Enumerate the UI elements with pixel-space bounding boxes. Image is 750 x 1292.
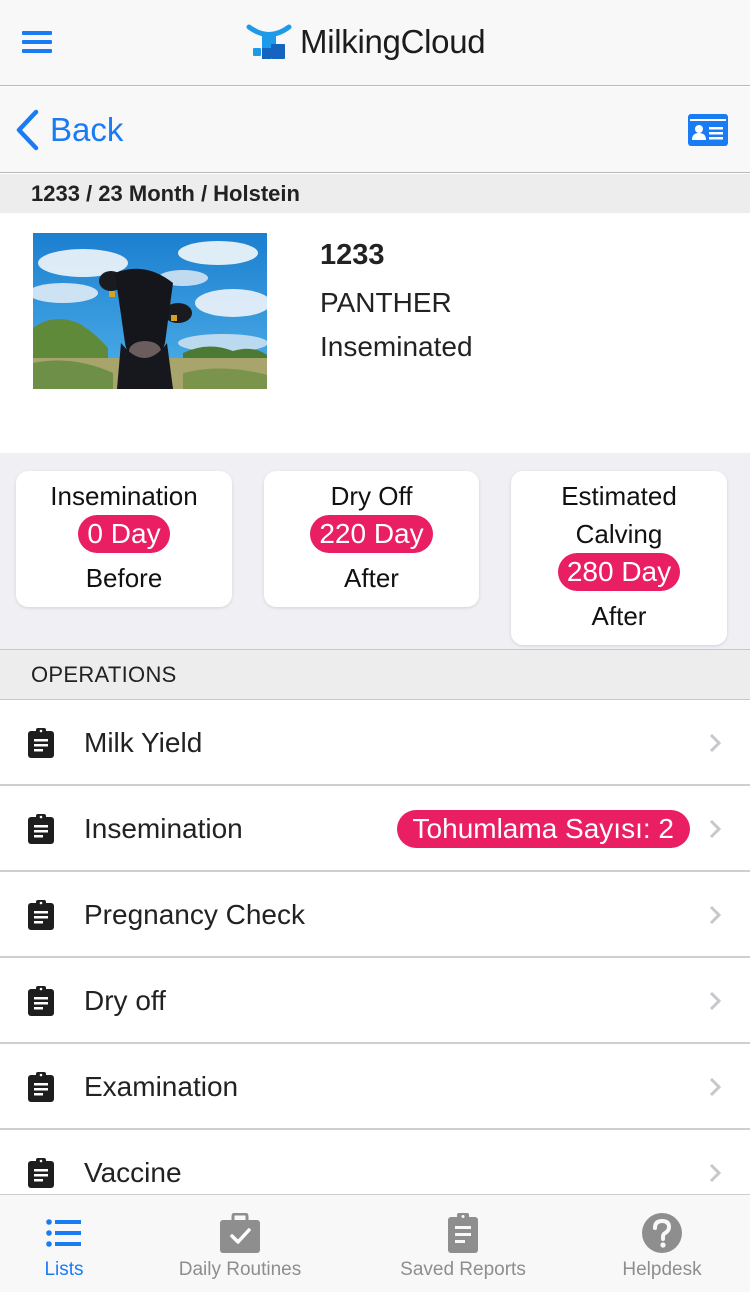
chevron-right-icon xyxy=(709,1163,722,1183)
tab-lists[interactable]: Lists xyxy=(0,1195,128,1292)
menu-line xyxy=(22,31,52,35)
brand: MilkingCloud xyxy=(246,20,486,64)
app-title: MilkingCloud xyxy=(300,23,486,60)
tab-label: Helpdesk xyxy=(622,1259,702,1280)
stat-title-line2: Calving xyxy=(575,519,663,549)
stat-value-badge: 280 Day xyxy=(557,553,681,591)
app-header: MilkingCloud xyxy=(0,0,750,86)
milkingcloud-logo-icon xyxy=(246,24,292,59)
operation-item-dry-off[interactable]: Dry off xyxy=(0,958,750,1044)
operation-item-vaccine[interactable]: Vaccine xyxy=(0,1130,750,1194)
stat-title: Dry Off xyxy=(330,481,413,511)
tab-label: Saved Reports xyxy=(400,1259,526,1280)
back-button[interactable]: Back xyxy=(14,107,123,153)
animal-summary-header: 1233 / 23 Month / Holstein xyxy=(0,174,750,213)
clipboard-icon xyxy=(28,900,54,930)
operations-list: Milk Yield Insemination Tohumlama Sayısı… xyxy=(0,700,750,1194)
operation-item-examination[interactable]: Examination xyxy=(0,1044,750,1130)
id-card-icon[interactable] xyxy=(688,114,728,146)
operation-label: Insemination xyxy=(84,813,243,844)
operation-label: Dry off xyxy=(84,985,166,1016)
stat-suffix: After xyxy=(591,601,647,631)
clipboard-icon xyxy=(28,986,54,1016)
animal-name: PANTHER xyxy=(320,287,452,318)
insemination-count-badge: Tohumlama Sayısı: 2 xyxy=(396,810,690,848)
question-circle-icon xyxy=(642,1213,682,1253)
hamburger-menu-icon[interactable] xyxy=(20,30,54,54)
clipboard-list-icon xyxy=(448,1213,478,1253)
stat-suffix: Before xyxy=(85,563,163,593)
operation-label: Examination xyxy=(84,1071,239,1102)
stat-suffix: After xyxy=(344,563,399,593)
tab-helpdesk[interactable]: Helpdesk xyxy=(600,1195,724,1292)
bottom-tab-bar: Lists Daily Routines Saved Reports Helpd… xyxy=(0,1194,750,1292)
stat-card-insemination: Insemination 0 Day Before xyxy=(16,471,232,607)
animal-info: 1233 PANTHER Inseminated xyxy=(320,237,473,369)
clipboard-check-icon xyxy=(220,1213,260,1253)
tab-daily-routines[interactable]: Daily Routines xyxy=(160,1195,320,1292)
tab-label: Daily Routines xyxy=(178,1259,302,1280)
animal-id: 1233 xyxy=(320,239,385,271)
chevron-right-icon xyxy=(709,1077,722,1097)
animal-profile: 1233 PANTHER Inseminated xyxy=(0,213,750,453)
chevron-right-icon xyxy=(709,991,722,1011)
clipboard-icon xyxy=(28,1158,54,1188)
reproduction-stats: Insemination 0 Day Before Dry Off 220 Da… xyxy=(0,453,750,649)
operations-header: OPERATIONS xyxy=(0,649,750,700)
operation-item-milk-yield[interactable]: Milk Yield xyxy=(0,700,750,786)
stat-title: Estimated xyxy=(561,481,677,511)
animal-status: Inseminated xyxy=(320,331,473,362)
clipboard-icon xyxy=(28,1072,54,1102)
operation-label: Pregnancy Check xyxy=(84,899,306,930)
operation-label: Vaccine xyxy=(84,1157,182,1188)
navigation-bar: Back xyxy=(0,87,750,173)
menu-line xyxy=(22,40,52,44)
chevron-right-icon xyxy=(709,733,722,753)
chevron-right-icon xyxy=(709,905,722,925)
operation-item-pregnancy-check[interactable]: Pregnancy Check xyxy=(0,872,750,958)
tab-saved-reports[interactable]: Saved Reports xyxy=(383,1195,543,1292)
cow-photo[interactable] xyxy=(33,233,267,389)
tab-label: Lists xyxy=(44,1259,84,1280)
stat-card-dry-off: Dry Off 220 Day After xyxy=(264,471,479,607)
stat-value-badge: 220 Day xyxy=(310,515,433,553)
operation-label: Milk Yield xyxy=(84,727,203,758)
chevron-left-icon xyxy=(16,109,39,151)
stat-value-badge: 0 Day xyxy=(78,515,170,553)
back-label: Back xyxy=(50,111,124,148)
menu-line xyxy=(22,49,52,53)
stat-card-estimated-calving: Estimated Calving 280 Day After xyxy=(511,471,727,645)
clipboard-icon xyxy=(28,814,54,844)
chevron-right-icon xyxy=(709,819,722,839)
stat-title: Insemination xyxy=(50,481,198,511)
clipboard-icon xyxy=(28,728,54,758)
list-icon xyxy=(46,1219,81,1247)
operation-item-insemination[interactable]: Insemination Tohumlama Sayısı: 2 xyxy=(0,786,750,872)
